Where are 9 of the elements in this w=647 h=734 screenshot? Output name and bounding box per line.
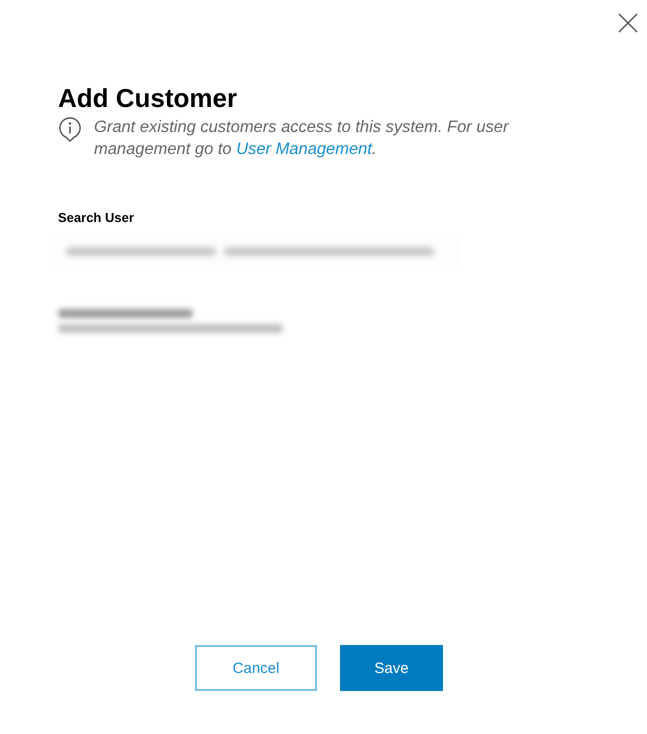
save-button[interactable]: Save bbox=[340, 645, 443, 691]
info-icon bbox=[58, 116, 82, 142]
info-text: Grant existing customers access to this system. For user management go to User Management. bbox=[94, 117, 510, 160]
dialog-title: Add Customer bbox=[58, 82, 238, 114]
user-management-link[interactable]: User Management bbox=[236, 140, 372, 158]
close-button[interactable] bbox=[617, 12, 639, 34]
cancel-button[interactable]: Cancel bbox=[195, 645, 317, 691]
search-label: Search User bbox=[58, 210, 135, 225]
close-icon bbox=[617, 12, 639, 34]
